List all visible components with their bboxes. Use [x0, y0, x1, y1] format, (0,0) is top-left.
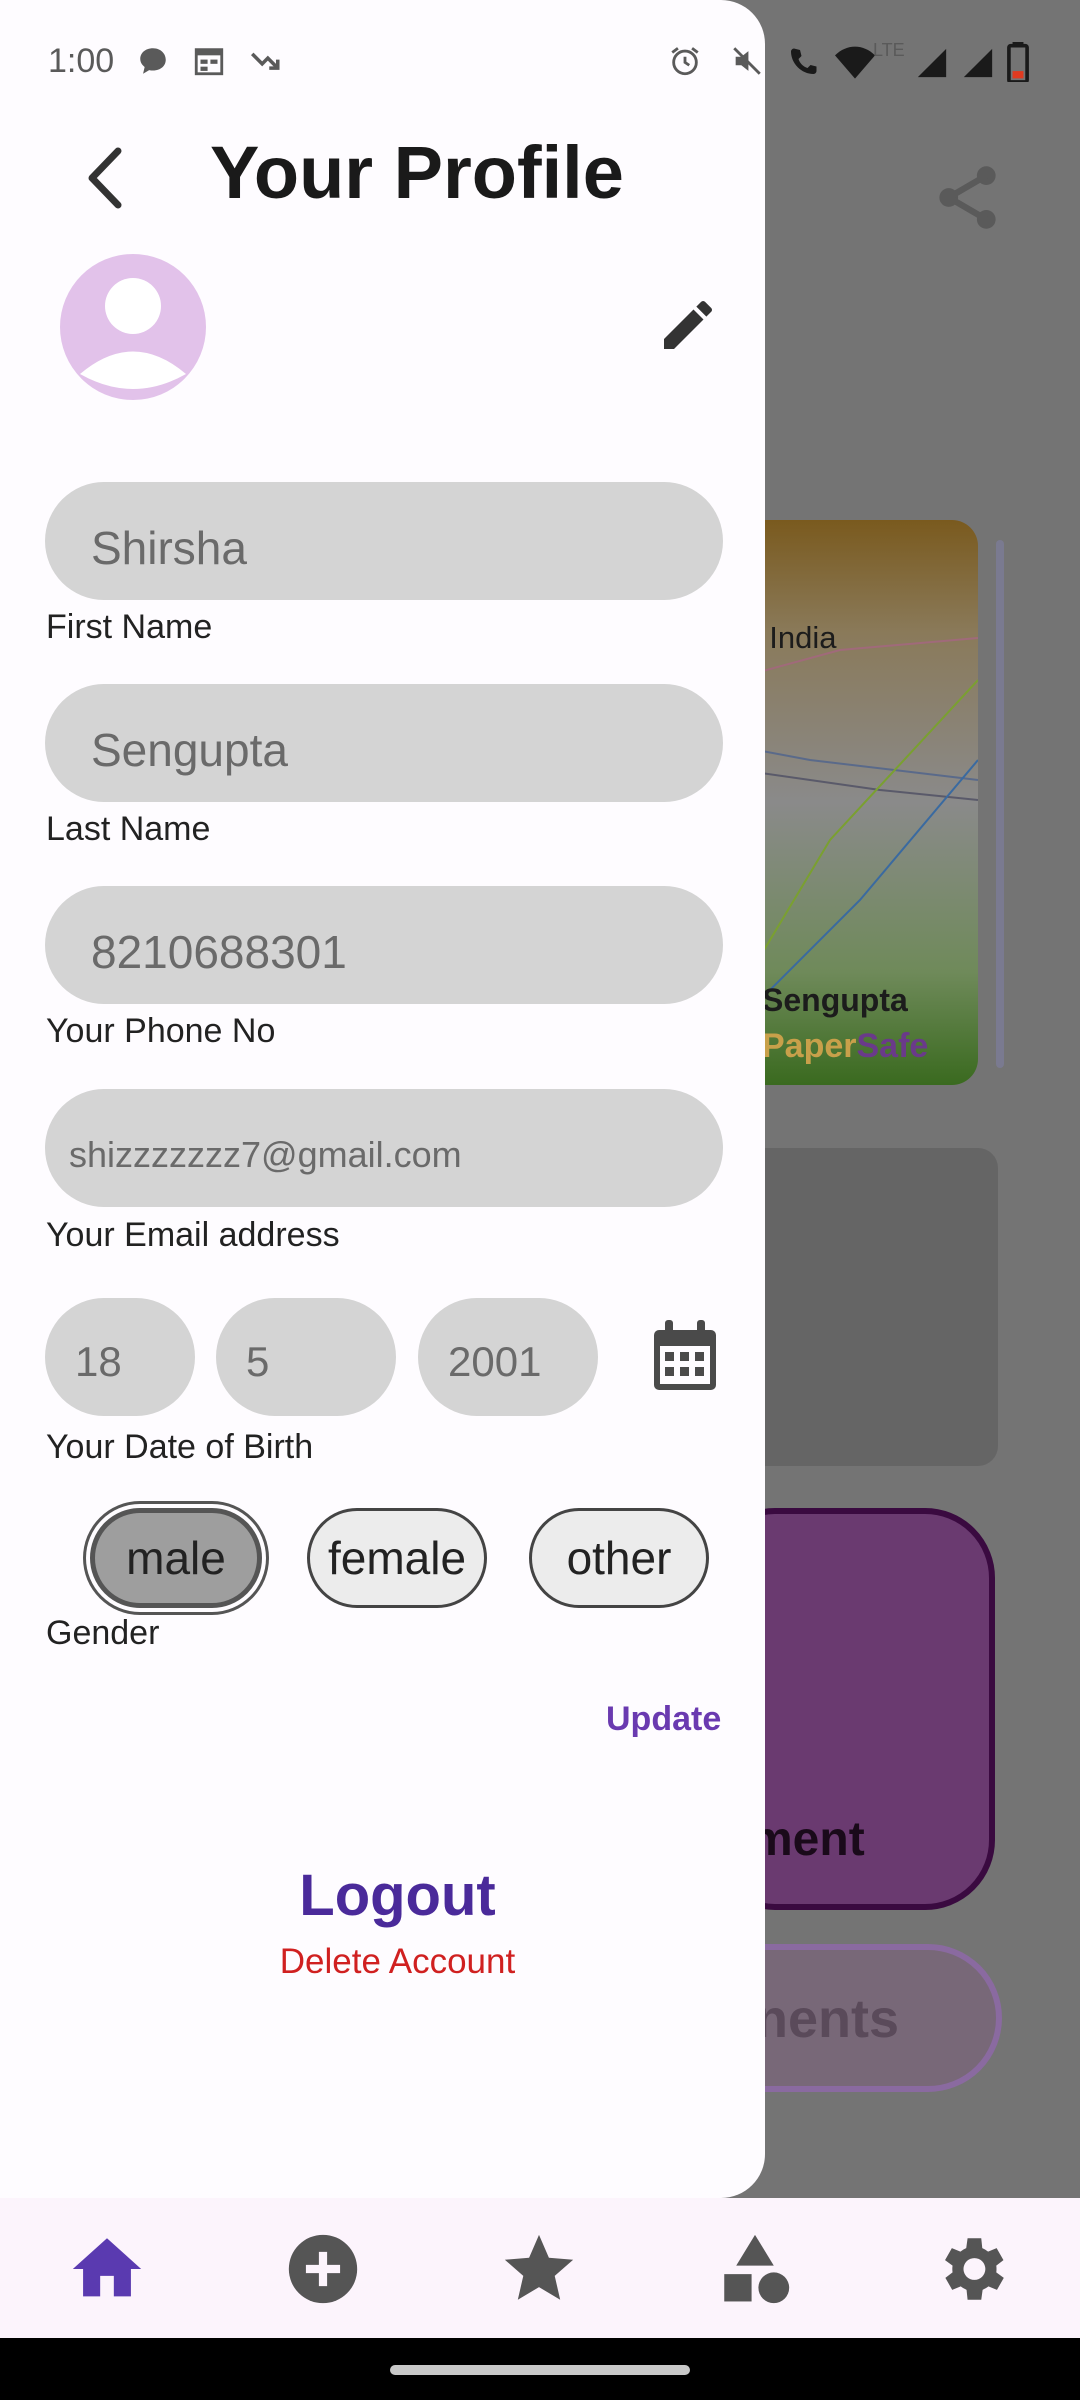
first-name-field[interactable]: Shirsha: [45, 482, 723, 600]
background-outline-button-label: nents: [755, 1989, 900, 2049]
gender-chip-male[interactable]: male: [90, 1508, 262, 1608]
person-icon: [80, 278, 186, 389]
share-icon: [939, 166, 996, 229]
star-icon[interactable]: [498, 2228, 580, 2310]
gender-label: Gender: [46, 1614, 160, 1652]
calendar-icon[interactable]: [650, 1318, 720, 1394]
bottom-navigation: [0, 2198, 1080, 2338]
brand-part1: Paper: [762, 1027, 857, 1065]
battery-icon: [1007, 42, 1029, 82]
page-title: Your Profile: [210, 131, 624, 214]
signal-icon-1: [917, 48, 947, 78]
email-field[interactable]: shizzzzzzz7@gmail.com: [45, 1089, 723, 1207]
status-bar: 1:00: [0, 0, 765, 120]
last-name-label: Last Name: [46, 810, 211, 848]
delete-account-button[interactable]: Delete Account: [0, 1942, 795, 1982]
gesture-bar: [0, 2338, 1080, 2400]
dob-month-field[interactable]: 5: [216, 1298, 396, 1416]
add-circle-icon[interactable]: [282, 2228, 364, 2310]
dob-year-field[interactable]: 2001: [418, 1298, 598, 1416]
document-brand: PaperSafe: [762, 1027, 928, 1066]
home-icon[interactable]: [66, 2228, 148, 2310]
alarm-icon: [671, 47, 699, 76]
wifi-calling-icon: [791, 48, 817, 74]
avatar[interactable]: [60, 254, 206, 400]
settings-icon[interactable]: [930, 2228, 1012, 2310]
network-type: LTE: [873, 40, 905, 60]
first-name-label: First Name: [46, 608, 213, 646]
dob-day-field[interactable]: 18: [45, 1298, 195, 1416]
profile-drawer: Your Profile Shirsha First Name Sengupta…: [0, 0, 765, 2198]
edit-profile-button[interactable]: [656, 293, 720, 357]
update-button[interactable]: Update: [606, 1700, 721, 1739]
gender-chip-female[interactable]: female: [307, 1508, 487, 1608]
status-time: 1:00: [48, 42, 115, 80]
calendar-notification-icon: [194, 48, 224, 76]
background-purple-button-label: ment: [750, 1813, 865, 1866]
chat-bubble-icon: [140, 48, 166, 74]
back-button[interactable]: [78, 143, 134, 213]
mute-icon: [733, 47, 761, 75]
phone-field[interactable]: 8210688301: [45, 886, 723, 1004]
phone-label: Your Phone No: [46, 1012, 276, 1050]
logout-button[interactable]: Logout: [0, 1862, 795, 1929]
wifi-icon: [835, 46, 875, 79]
dob-label: Your Date of Birth: [46, 1428, 314, 1466]
brand-part2: Safe: [856, 1027, 929, 1065]
next-card-edge: [996, 540, 1004, 1068]
document-name: Sengupta: [762, 982, 908, 1018]
home-indicator[interactable]: [390, 2365, 690, 2375]
gender-chip-other[interactable]: other: [529, 1508, 709, 1608]
last-name-field[interactable]: Sengupta: [45, 684, 723, 802]
trending-down-icon: [250, 52, 280, 70]
category-icon[interactable]: [714, 2228, 796, 2310]
signal-icon-2: [963, 48, 993, 78]
email-label: Your Email address: [46, 1216, 340, 1254]
